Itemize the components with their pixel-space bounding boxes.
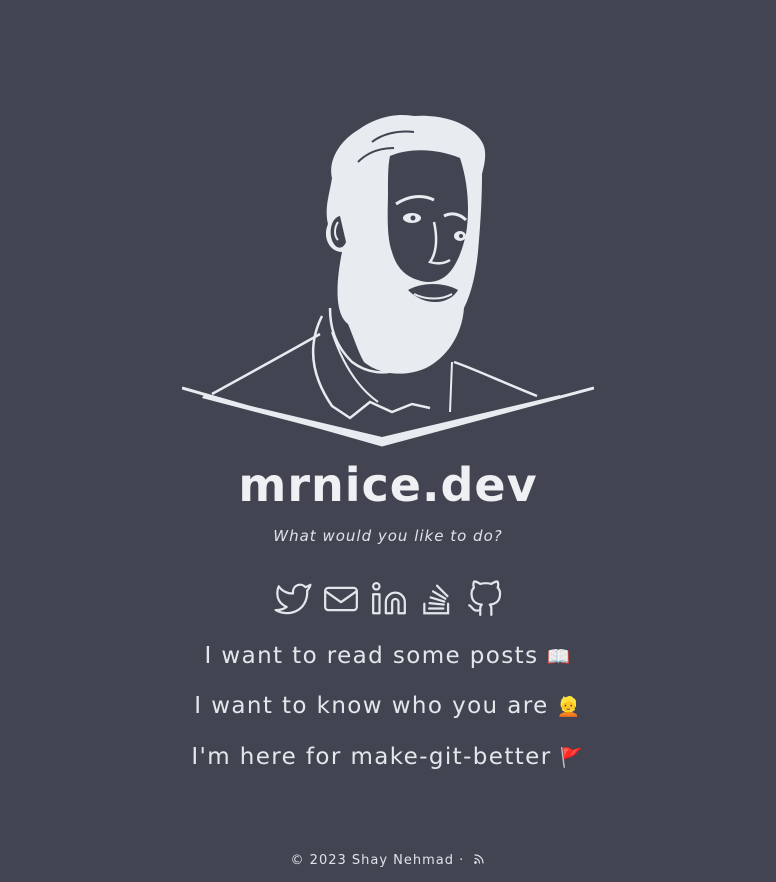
about-me-label: I want to know who you are [194,693,549,719]
flag-icon: 🚩 [559,747,585,769]
email-link[interactable] [322,580,360,618]
avatar-illustration [182,114,594,447]
rss-icon[interactable] [473,853,485,865]
footer: © 2023 Shay Nehmad · [0,853,776,868]
twitter-link[interactable] [274,580,312,618]
about-me-link[interactable]: I want to know who you are 👱 [0,693,776,719]
site-title[interactable]: mrnice.dev [0,458,776,512]
social-links [274,580,504,618]
github-icon [468,580,502,616]
book-icon: 📖 [546,646,572,668]
github-link[interactable] [466,580,504,618]
read-posts-label: I want to read some posts [204,643,539,669]
page: mrnice.dev What would you like to do? I … [0,0,776,882]
twitter-icon [274,583,312,615]
person-icon: 👱 [556,696,582,718]
read-posts-link[interactable]: I want to read some posts 📖 [0,643,776,669]
linkedin-link[interactable] [370,580,408,618]
make-git-better-link[interactable]: I'm here for make-git-better 🚩 [0,744,776,770]
tagline: What would you like to do? [273,527,503,545]
linkedin-icon [372,582,406,615]
stackoverflow-link[interactable] [418,580,456,618]
footer-separator: · [459,853,465,868]
copyright: © 2023 Shay Nehmad [290,853,455,868]
make-git-better-label: I'm here for make-git-better [191,744,552,770]
email-icon [324,586,358,612]
stackoverflow-icon [423,584,450,615]
